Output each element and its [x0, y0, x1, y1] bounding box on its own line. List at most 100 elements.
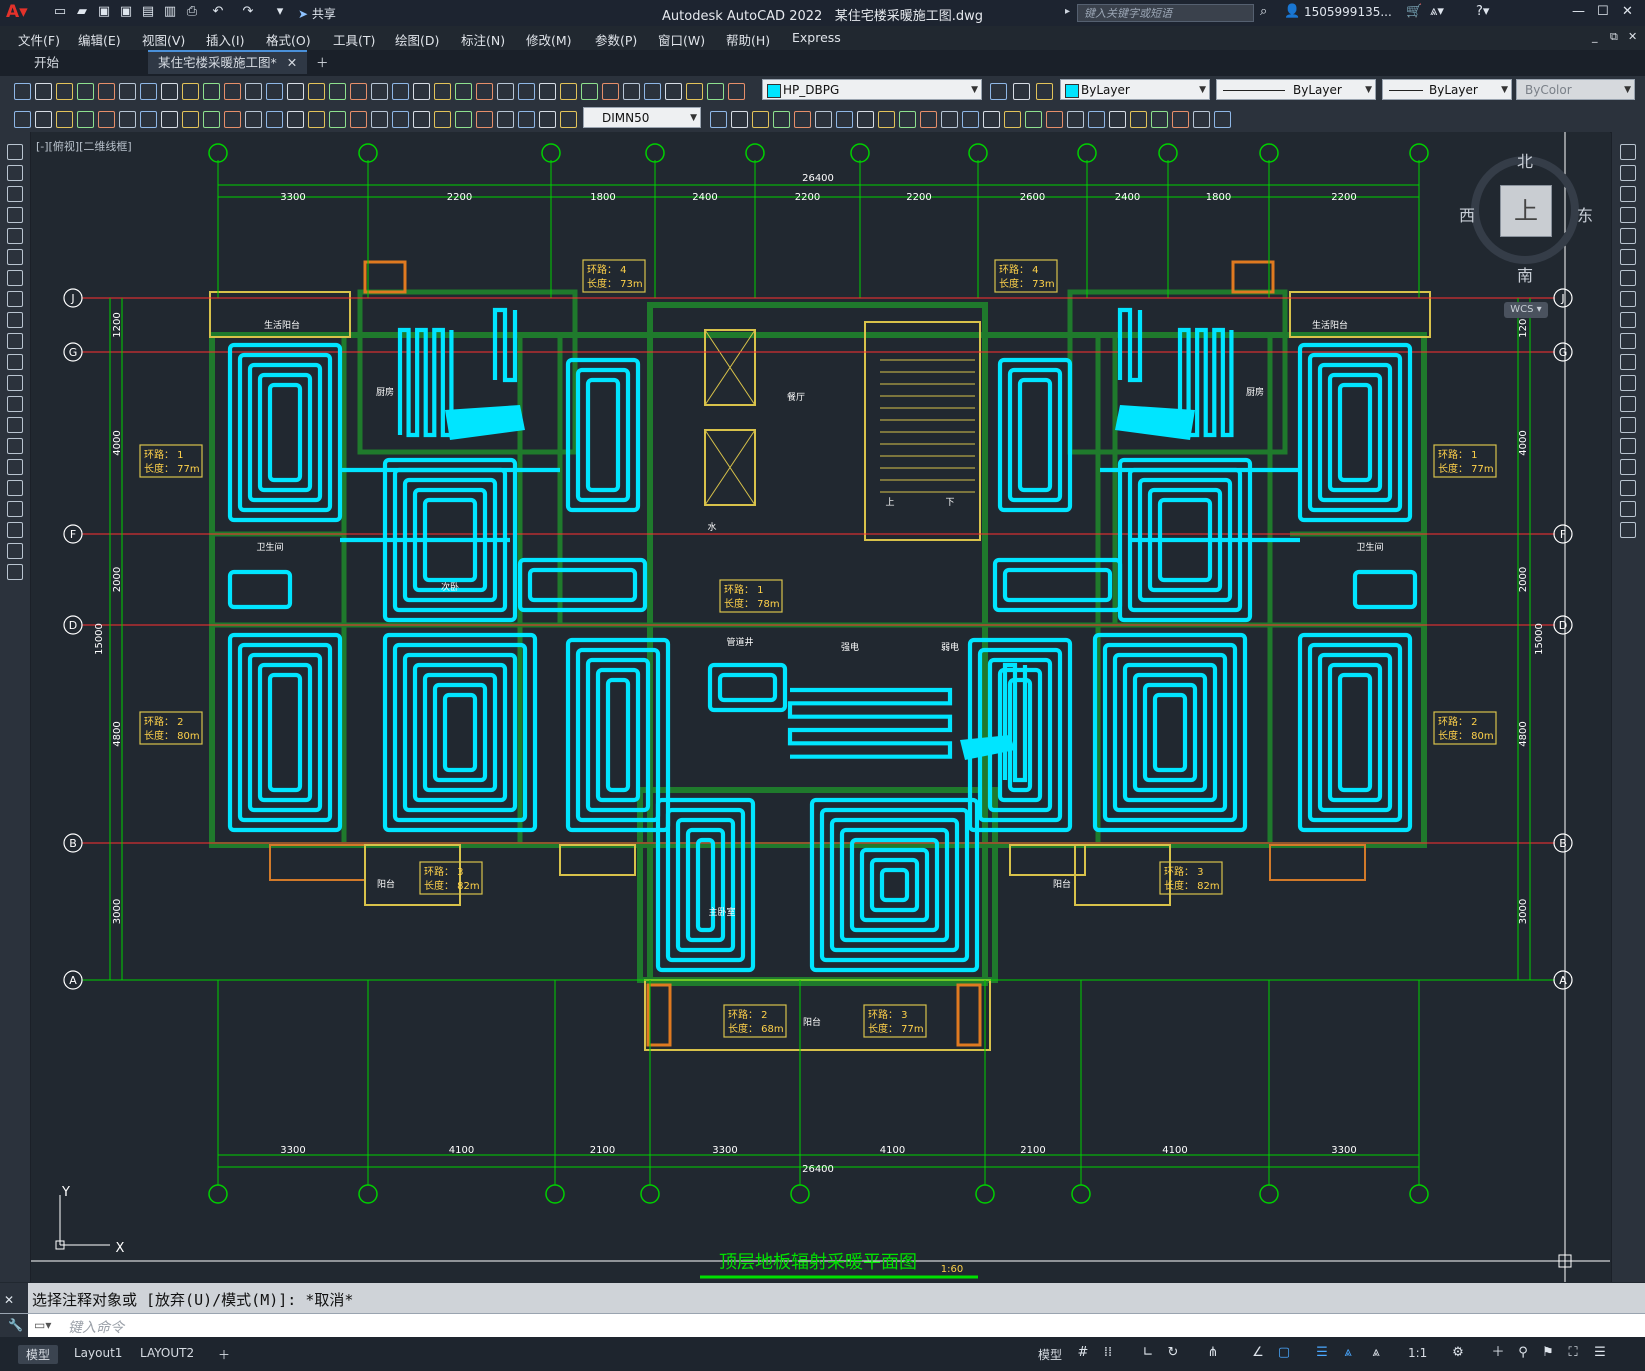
modify-tool-button[interactable] — [1130, 111, 1147, 128]
modify-tool-button[interactable] — [1620, 207, 1636, 223]
linetype-combo[interactable]: ByLayer ▼ — [1216, 79, 1376, 100]
minimize-icon[interactable]: — — [1572, 3, 1585, 21]
standard-tool-button[interactable] — [455, 83, 472, 100]
modify-tool-button[interactable] — [1620, 375, 1636, 391]
modify-tool-button[interactable] — [857, 111, 874, 128]
dimension-tool-button[interactable] — [182, 111, 199, 128]
draw-tool-button[interactable] — [7, 480, 23, 496]
standard-tool-button[interactable] — [14, 83, 31, 100]
modify-tool-button[interactable] — [794, 111, 811, 128]
standard-tool-button[interactable] — [140, 83, 157, 100]
modify-tool-button[interactable] — [1620, 186, 1636, 202]
plotstyle-combo[interactable]: ByColor ▼ — [1516, 79, 1635, 100]
modify-tool-button[interactable] — [1067, 111, 1084, 128]
standard-tool-button[interactable] — [539, 83, 556, 100]
draw-tool-button[interactable] — [7, 564, 23, 580]
modify-tool-button[interactable] — [1620, 438, 1636, 454]
viewcube-north[interactable]: 北 — [1517, 148, 1533, 172]
modify-tool-button[interactable] — [1151, 111, 1168, 128]
wcs-menu[interactable]: WCS ▾ — [1504, 302, 1548, 318]
open-web-icon[interactable]: ▤ — [140, 4, 156, 20]
standard-tool-button[interactable] — [35, 83, 52, 100]
menu-draw[interactable]: 绘图(D) — [395, 30, 439, 49]
modify-tool-button[interactable] — [1193, 111, 1210, 128]
viewcube-east[interactable]: 东 — [1577, 202, 1593, 226]
snap-icon[interactable]: ⁞⁞ — [1100, 1345, 1116, 1361]
lineweight-combo[interactable]: ByLayer ▼ — [1382, 79, 1512, 100]
dimension-tool-button[interactable] — [14, 111, 31, 128]
gear-icon[interactable]: ⚙ — [1450, 1345, 1466, 1361]
standard-tool-button[interactable] — [98, 83, 115, 100]
command-input[interactable]: 键入命令 — [68, 1317, 124, 1337]
maximize-icon[interactable]: ☐ — [1597, 3, 1609, 21]
tab-model[interactable]: 模型 — [18, 1345, 59, 1364]
dimension-tool-button[interactable] — [77, 111, 94, 128]
viewcube-south[interactable]: 南 — [1517, 262, 1533, 286]
modify-tool-button[interactable] — [899, 111, 916, 128]
layer-tool-button[interactable] — [1013, 83, 1030, 100]
new-file-icon[interactable]: ▭ — [52, 4, 68, 20]
draw-tool-button[interactable] — [7, 375, 23, 391]
modify-tool-button[interactable] — [1620, 333, 1636, 349]
standard-tool-button[interactable] — [728, 83, 745, 100]
modify-tool-button[interactable] — [1046, 111, 1063, 128]
dimension-tool-button[interactable] — [245, 111, 262, 128]
doc-close-icon[interactable]: ✕ — [1628, 30, 1637, 43]
modify-tool-button[interactable] — [1025, 111, 1042, 128]
dimension-tool-button[interactable] — [161, 111, 178, 128]
tab-start[interactable]: 开始 — [24, 52, 69, 74]
standard-tool-button[interactable] — [245, 83, 262, 100]
tab-close-icon[interactable]: ✕ — [287, 55, 297, 70]
layer-combo[interactable]: HP_DBPG ▼ — [762, 79, 982, 100]
doc-minimize-icon[interactable]: _ — [1592, 30, 1598, 43]
modify-tool-button[interactable] — [1620, 396, 1636, 412]
annotation-scale[interactable]: 1:1 — [1400, 1345, 1435, 1361]
modify-tool-button[interactable] — [1620, 165, 1636, 181]
draw-tool-button[interactable] — [7, 522, 23, 538]
autocad-logo-icon[interactable]: A▾ — [6, 2, 28, 22]
draw-tool-button[interactable] — [7, 333, 23, 349]
viewcube-face-top[interactable]: 上 — [1500, 185, 1552, 237]
standard-tool-button[interactable] — [161, 83, 178, 100]
standard-tool-button[interactable] — [203, 83, 220, 100]
modify-tool-button[interactable] — [1620, 522, 1636, 538]
standard-tool-button[interactable] — [434, 83, 451, 100]
isolate-icon[interactable]: ⚲ — [1515, 1345, 1531, 1361]
standard-tool-button[interactable] — [497, 83, 514, 100]
selection-cycling-icon[interactable]: ⩓ — [1368, 1345, 1384, 1361]
dimension-tool-button[interactable] — [434, 111, 451, 128]
modify-tool-button[interactable] — [1620, 249, 1636, 265]
modify-tool-button[interactable] — [1172, 111, 1189, 128]
draw-tool-button[interactable] — [7, 543, 23, 559]
modify-tool-button[interactable] — [1620, 459, 1636, 475]
modify-tool-button[interactable] — [1620, 291, 1636, 307]
modify-tool-button[interactable] — [962, 111, 979, 128]
dimension-tool-button[interactable] — [35, 111, 52, 128]
standard-tool-button[interactable] — [665, 83, 682, 100]
modify-tool-button[interactable] — [1620, 270, 1636, 286]
save-as-icon[interactable]: ▣ — [118, 4, 134, 20]
dimension-tool-button[interactable] — [560, 111, 577, 128]
draw-tool-button[interactable] — [7, 207, 23, 223]
menu-help[interactable]: 帮助(H) — [726, 30, 770, 49]
command-close-icon[interactable]: ✕ — [4, 1293, 14, 1307]
dimension-tool-button[interactable] — [203, 111, 220, 128]
modify-tool-button[interactable] — [710, 111, 727, 128]
draw-tool-button[interactable] — [7, 459, 23, 475]
draw-tool-button[interactable] — [7, 186, 23, 202]
modify-tool-button[interactable] — [1620, 144, 1636, 160]
dimension-tool-button[interactable] — [476, 111, 493, 128]
dimension-tool-button[interactable] — [308, 111, 325, 128]
standard-tool-button[interactable] — [476, 83, 493, 100]
dimension-tool-button[interactable] — [224, 111, 241, 128]
a360-icon[interactable]: ⩓▾ — [1430, 3, 1444, 21]
draw-tool-button[interactable] — [7, 417, 23, 433]
dimension-tool-button[interactable] — [56, 111, 73, 128]
modify-tool-button[interactable] — [1620, 354, 1636, 370]
standard-tool-button[interactable] — [224, 83, 241, 100]
osnap-tracking-icon[interactable]: ∠ — [1250, 1345, 1266, 1361]
tab-layout1[interactable]: Layout1 — [66, 1345, 130, 1361]
draw-tool-button[interactable] — [7, 396, 23, 412]
standard-tool-button[interactable] — [329, 83, 346, 100]
standard-tool-button[interactable] — [581, 83, 598, 100]
